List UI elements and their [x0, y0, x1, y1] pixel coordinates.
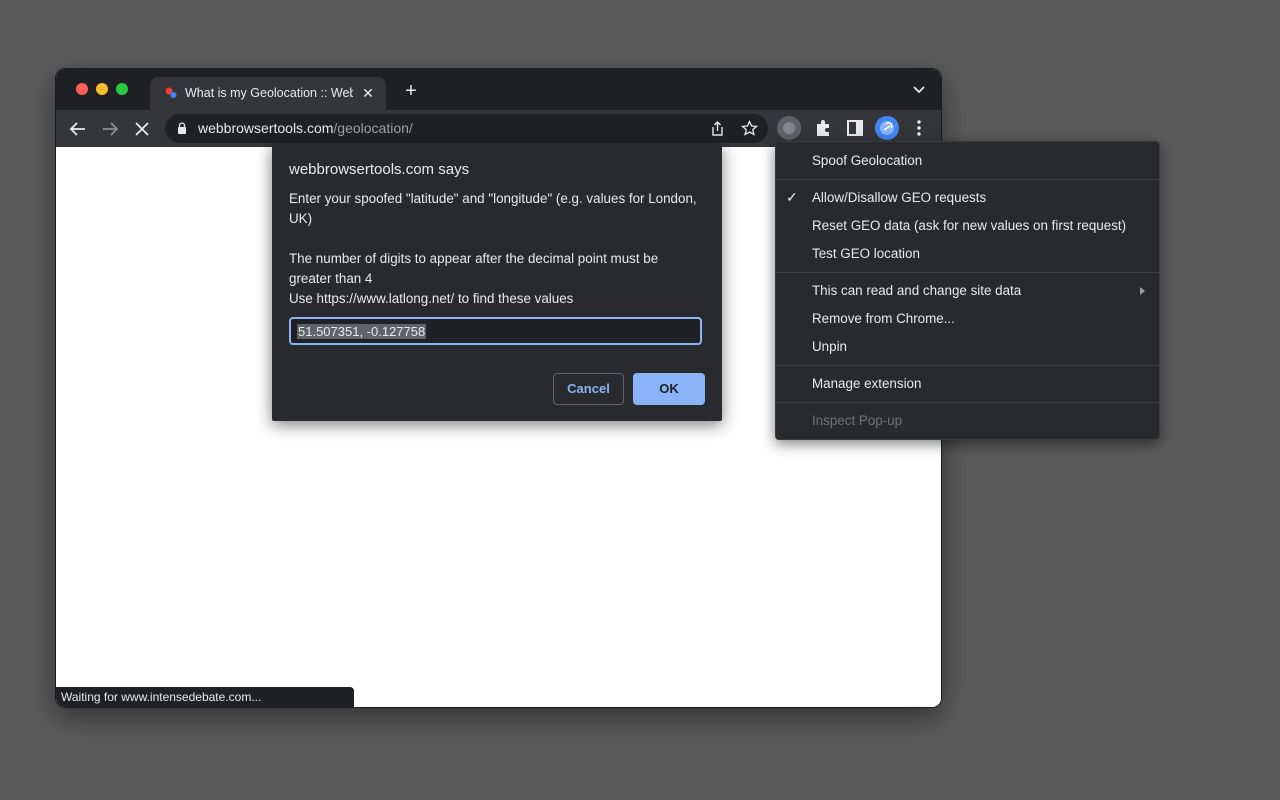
- tab-bar: What is my Geolocation :: WebBrowserTool…: [56, 69, 941, 110]
- window-close-button[interactable]: [76, 83, 88, 95]
- new-tab-button[interactable]: +: [399, 79, 423, 103]
- side-panel-icon[interactable]: [843, 116, 867, 140]
- back-icon[interactable]: [67, 118, 89, 140]
- spoof-geolocation-extension-button[interactable]: [777, 116, 801, 140]
- bookmark-star-icon[interactable]: [741, 120, 758, 137]
- forward-icon[interactable]: [99, 118, 121, 140]
- menu-item-unpin[interactable]: Unpin: [812, 339, 847, 354]
- ok-button[interactable]: OK: [633, 373, 705, 405]
- menu-header-spoof-geolocation[interactable]: Spoof Geolocation: [812, 153, 922, 168]
- url-text[interactable]: webbrowsertools.com/geolocation/: [198, 120, 413, 136]
- menu-item-inspect-popup: Inspect Pop-up: [812, 413, 903, 428]
- lock-icon[interactable]: [177, 122, 187, 134]
- favicon-icon: [165, 87, 177, 98]
- globe-icon: [783, 122, 795, 134]
- menu-item-test-geo[interactable]: Test GEO location: [812, 246, 920, 261]
- menu-divider: [776, 402, 1159, 403]
- cancel-button[interactable]: Cancel: [553, 373, 624, 405]
- tab-search-icon[interactable]: [911, 83, 927, 97]
- coordinates-input-value: 51.507351, -0.127758: [297, 324, 427, 339]
- dialog-message-line: Enter your spoofed "latitude" and "longi…: [289, 191, 697, 226]
- url-path: /geolocation/: [333, 120, 413, 136]
- window-minimize-button[interactable]: [96, 83, 108, 95]
- coordinates-input[interactable]: 51.507351, -0.127758: [289, 317, 702, 345]
- menu-item-allow-disallow[interactable]: Allow/Disallow GEO requests: [812, 190, 986, 205]
- avatar-icon: [880, 121, 894, 135]
- submenu-arrow-icon: [1140, 287, 1145, 295]
- tab-geolocation[interactable]: What is my Geolocation :: WebBrowserTool…: [150, 77, 386, 110]
- menu-item-reset-geo[interactable]: Reset GEO data (ask for new values on fi…: [812, 218, 1126, 233]
- prompt-dialog: webbrowsertools.com says Enter your spoo…: [272, 143, 722, 421]
- more-menu-icon[interactable]: [907, 116, 931, 140]
- tab-close-icon[interactable]: ✕: [358, 83, 378, 103]
- window-maximize-button[interactable]: [116, 83, 128, 95]
- share-icon[interactable]: [709, 120, 726, 137]
- menu-item-site-access[interactable]: This can read and change site data: [812, 283, 1021, 298]
- extensions-puzzle-icon[interactable]: [811, 116, 835, 140]
- dialog-message-line: Use https://www.latlong.net/ to find the…: [289, 291, 574, 306]
- menu-item-remove[interactable]: Remove from Chrome...: [812, 311, 955, 326]
- url-host: webbrowsertools.com: [198, 120, 334, 136]
- address-bar[interactable]: webbrowsertools.com/geolocation/: [165, 114, 768, 143]
- menu-divider: [776, 272, 1159, 273]
- tab-title: What is my Geolocation :: WebBrowserTool…: [185, 86, 353, 100]
- status-bubble: Waiting for www.intensedebate.com...: [56, 687, 354, 707]
- menu-divider: [776, 365, 1159, 366]
- dialog-title: webbrowsertools.com says: [289, 161, 470, 178]
- dialog-message-line: The number of digits to appear after the…: [289, 251, 659, 286]
- dialog-message: Enter your spoofed "latitude" and "longi…: [289, 189, 699, 309]
- extension-context-menu: Spoof Geolocation ✓ Allow/Disallow GEO r…: [775, 141, 1160, 440]
- stop-loading-icon[interactable]: [131, 118, 153, 140]
- menu-divider: [776, 179, 1159, 180]
- checkmark-icon: ✓: [786, 189, 798, 205]
- menu-item-manage-extension[interactable]: Manage extension: [812, 376, 921, 391]
- profile-avatar[interactable]: [875, 116, 899, 140]
